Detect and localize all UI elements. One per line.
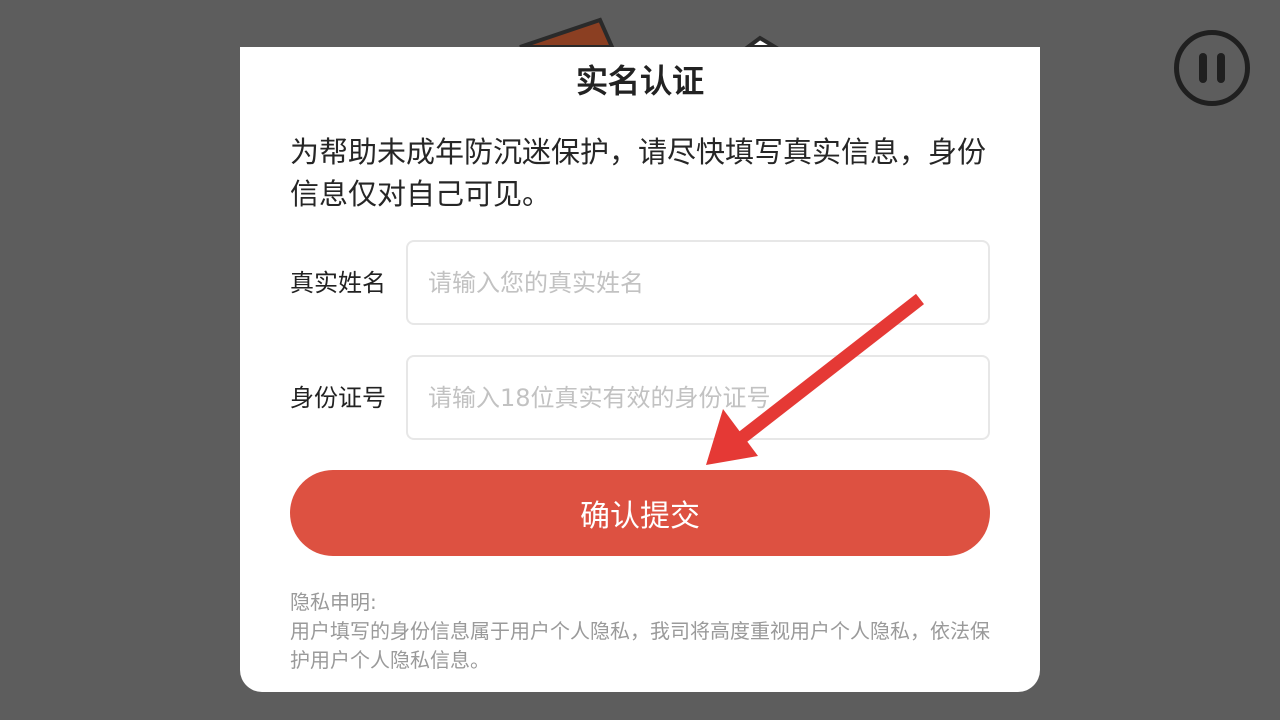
privacy-statement: 隐私申明: 用户填写的身份信息属于用户个人隐私，我司将高度重视用户个人隐私，依法… [290,588,1000,675]
background-crate-shape [519,17,616,49]
real-name-input[interactable] [406,240,990,325]
pause-icon [1199,53,1207,83]
pause-icon-bar [1217,53,1225,83]
background-flag-shape [742,35,783,49]
dialog-title: 实名认证 [575,62,704,100]
id-number-label: 身份证号 [290,384,386,412]
notice-text: 为帮助未成年防沉迷保护，请尽快填写真实信息，身份信息仅对自己可见。 [290,135,987,211]
id-number-input[interactable] [406,355,990,440]
real-name-verification-dialog: 实名认证 为帮助未成年防沉迷保护，请尽快填写真实信息，身份信息仅对自己可见。 真… [240,47,1040,692]
privacy-text: 用户填写的身份信息属于用户个人隐私，我司将高度重视用户个人隐私，依法保护用户个人… [290,619,990,672]
privacy-title: 隐私申明: [290,590,377,614]
name-label: 真实姓名 [290,269,386,297]
pause-button[interactable] [1174,30,1250,106]
submit-button[interactable]: 确认提交 [290,470,990,556]
